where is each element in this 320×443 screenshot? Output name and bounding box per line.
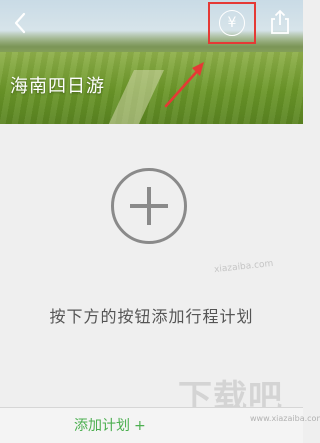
trip-title: 海南四日游	[10, 76, 105, 97]
watermark-url: www.xiazaiba.com	[250, 414, 320, 423]
watermark-site: xiazaiba.com	[213, 258, 274, 276]
cover-image	[0, 0, 303, 124]
plus-circle-icon-vertical	[147, 187, 151, 225]
currency-symbol: ¥	[227, 15, 237, 31]
add-plan-label: 添加计划	[74, 418, 130, 434]
bottom-bar	[0, 407, 303, 443]
yuan-coin-icon: ¥	[219, 10, 245, 36]
add-plan-button[interactable]: 添加计划 +	[74, 415, 146, 435]
add-trip-plan-button[interactable]	[111, 168, 187, 244]
back-button[interactable]	[6, 6, 34, 40]
share-icon	[271, 9, 289, 34]
chevron-left-icon	[14, 12, 26, 34]
annotation-arrow-icon	[164, 62, 204, 108]
empty-state-hint: 按下方的按钮添加行程计划	[49, 307, 254, 326]
expense-button[interactable]: ¥	[208, 2, 256, 44]
add-plan-plus-icon: +	[134, 418, 146, 434]
share-button[interactable]	[266, 6, 294, 38]
